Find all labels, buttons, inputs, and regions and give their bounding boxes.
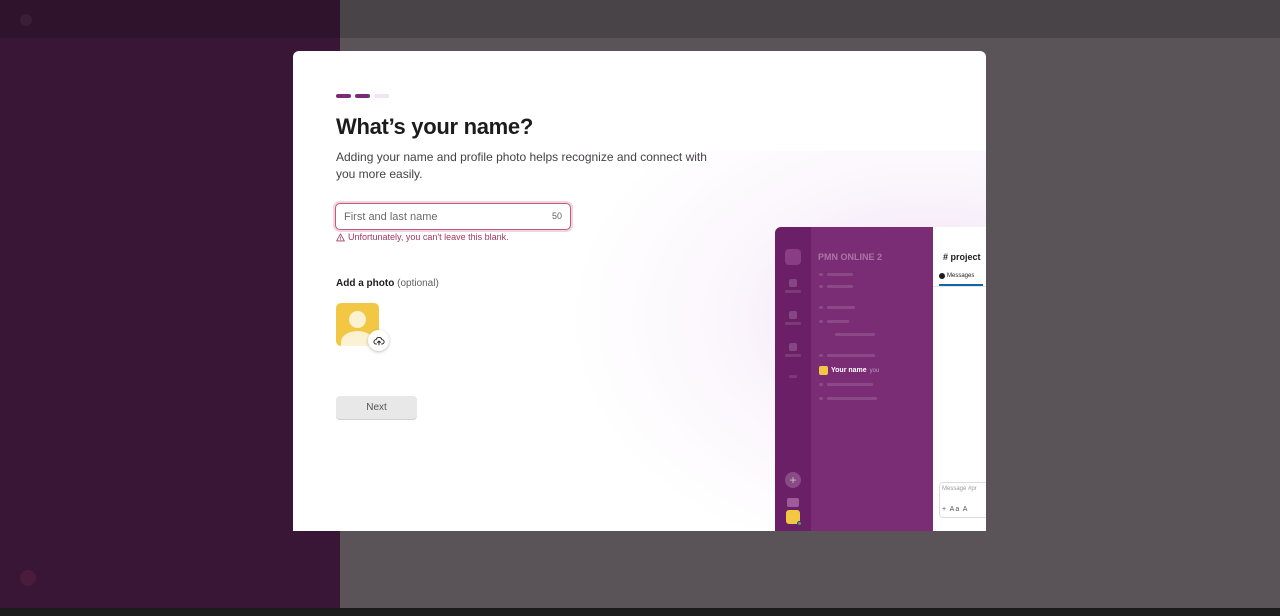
preview-channel-pane: # project Messages Message #pr + Aa A xyxy=(933,227,986,531)
profile-setup-modal: What’s your name? Adding your name and p… xyxy=(293,51,986,531)
error-message: Unfortunately, you can't leave this blan… xyxy=(336,232,509,242)
upload-photo-button[interactable] xyxy=(368,330,389,351)
preview-tab-border xyxy=(933,286,986,287)
preview-home-icon xyxy=(789,279,797,287)
preview-bullet xyxy=(819,354,823,357)
preview-your-name-avatar xyxy=(819,366,828,375)
preview-status-dot xyxy=(797,521,802,526)
preview-bullet xyxy=(819,273,823,276)
preview-workspace-icon xyxy=(785,249,801,265)
preview-line-project xyxy=(827,320,849,323)
preview-your-name-row: Your name you xyxy=(819,366,879,375)
optional-label: (optional) xyxy=(397,278,439,289)
progress-step-2 xyxy=(355,94,370,98)
preview-bullet xyxy=(819,397,823,400)
message-icon xyxy=(939,273,945,279)
preview-bullet xyxy=(819,320,823,323)
background-avatar xyxy=(20,570,36,586)
preview-rail-label xyxy=(785,322,801,325)
preview-messages-tab: Messages xyxy=(939,273,974,279)
page-subtitle: Adding your name and profile photo helps… xyxy=(336,150,707,181)
background-workspace-icon xyxy=(20,14,32,26)
preview-line-teammate xyxy=(827,383,873,386)
preview-tab-label: Messages xyxy=(947,273,975,279)
cloud-upload-icon xyxy=(372,336,385,345)
error-text: Unfortunately, you can't leave this blan… xyxy=(348,232,509,242)
add-photo-label: Add a photo (optional) xyxy=(336,278,439,289)
preview-line-direct-messages xyxy=(827,354,875,357)
add-photo-title: Add a photo xyxy=(336,278,395,289)
preview-line-channels xyxy=(827,306,855,309)
preview-more-icon xyxy=(789,375,797,378)
preview-tools-icon xyxy=(789,343,797,351)
next-button[interactable]: Next xyxy=(336,396,417,419)
avatar-head xyxy=(349,311,366,328)
preview-bullet xyxy=(819,285,823,288)
preview-bullet xyxy=(819,306,823,309)
preview-composer-tools: + Aa A xyxy=(942,506,969,513)
preview-workspace-name: PMN ONLINE 2 xyxy=(818,252,883,262)
page-title: What’s your name? xyxy=(336,114,534,139)
preview-compose-icon xyxy=(787,498,799,507)
background-topbar xyxy=(0,0,1280,38)
preview-line-add-channels xyxy=(835,333,875,336)
preview-channel-name: # project xyxy=(943,252,981,262)
workspace-preview: + PMN ONLINE 2 Your name you # project M… xyxy=(775,227,986,531)
background-sidebar xyxy=(0,0,340,616)
preview-plus-icon: + xyxy=(785,472,801,488)
progress-step-1 xyxy=(336,94,351,98)
name-input[interactable] xyxy=(336,204,536,229)
progress-step-3 xyxy=(374,94,389,98)
preview-files-icon xyxy=(789,311,797,319)
preview-rail-label xyxy=(785,354,801,357)
preview-line-threads xyxy=(827,285,853,288)
preview-line-unreads xyxy=(827,273,853,276)
warning-icon xyxy=(336,232,345,241)
preview-composer-placeholder: Message #pr xyxy=(942,486,977,492)
preview-rail-label xyxy=(785,290,801,293)
preview-line-add-teammates xyxy=(827,397,877,400)
background-bottom-bar xyxy=(0,608,1280,616)
progress-indicator xyxy=(336,94,389,98)
preview-your-name: Your name xyxy=(831,367,867,374)
char-count: 50 xyxy=(551,211,562,221)
preview-bullet xyxy=(819,383,823,386)
name-field-container: 50 xyxy=(335,203,571,230)
preview-you-suffix: you xyxy=(869,367,880,374)
